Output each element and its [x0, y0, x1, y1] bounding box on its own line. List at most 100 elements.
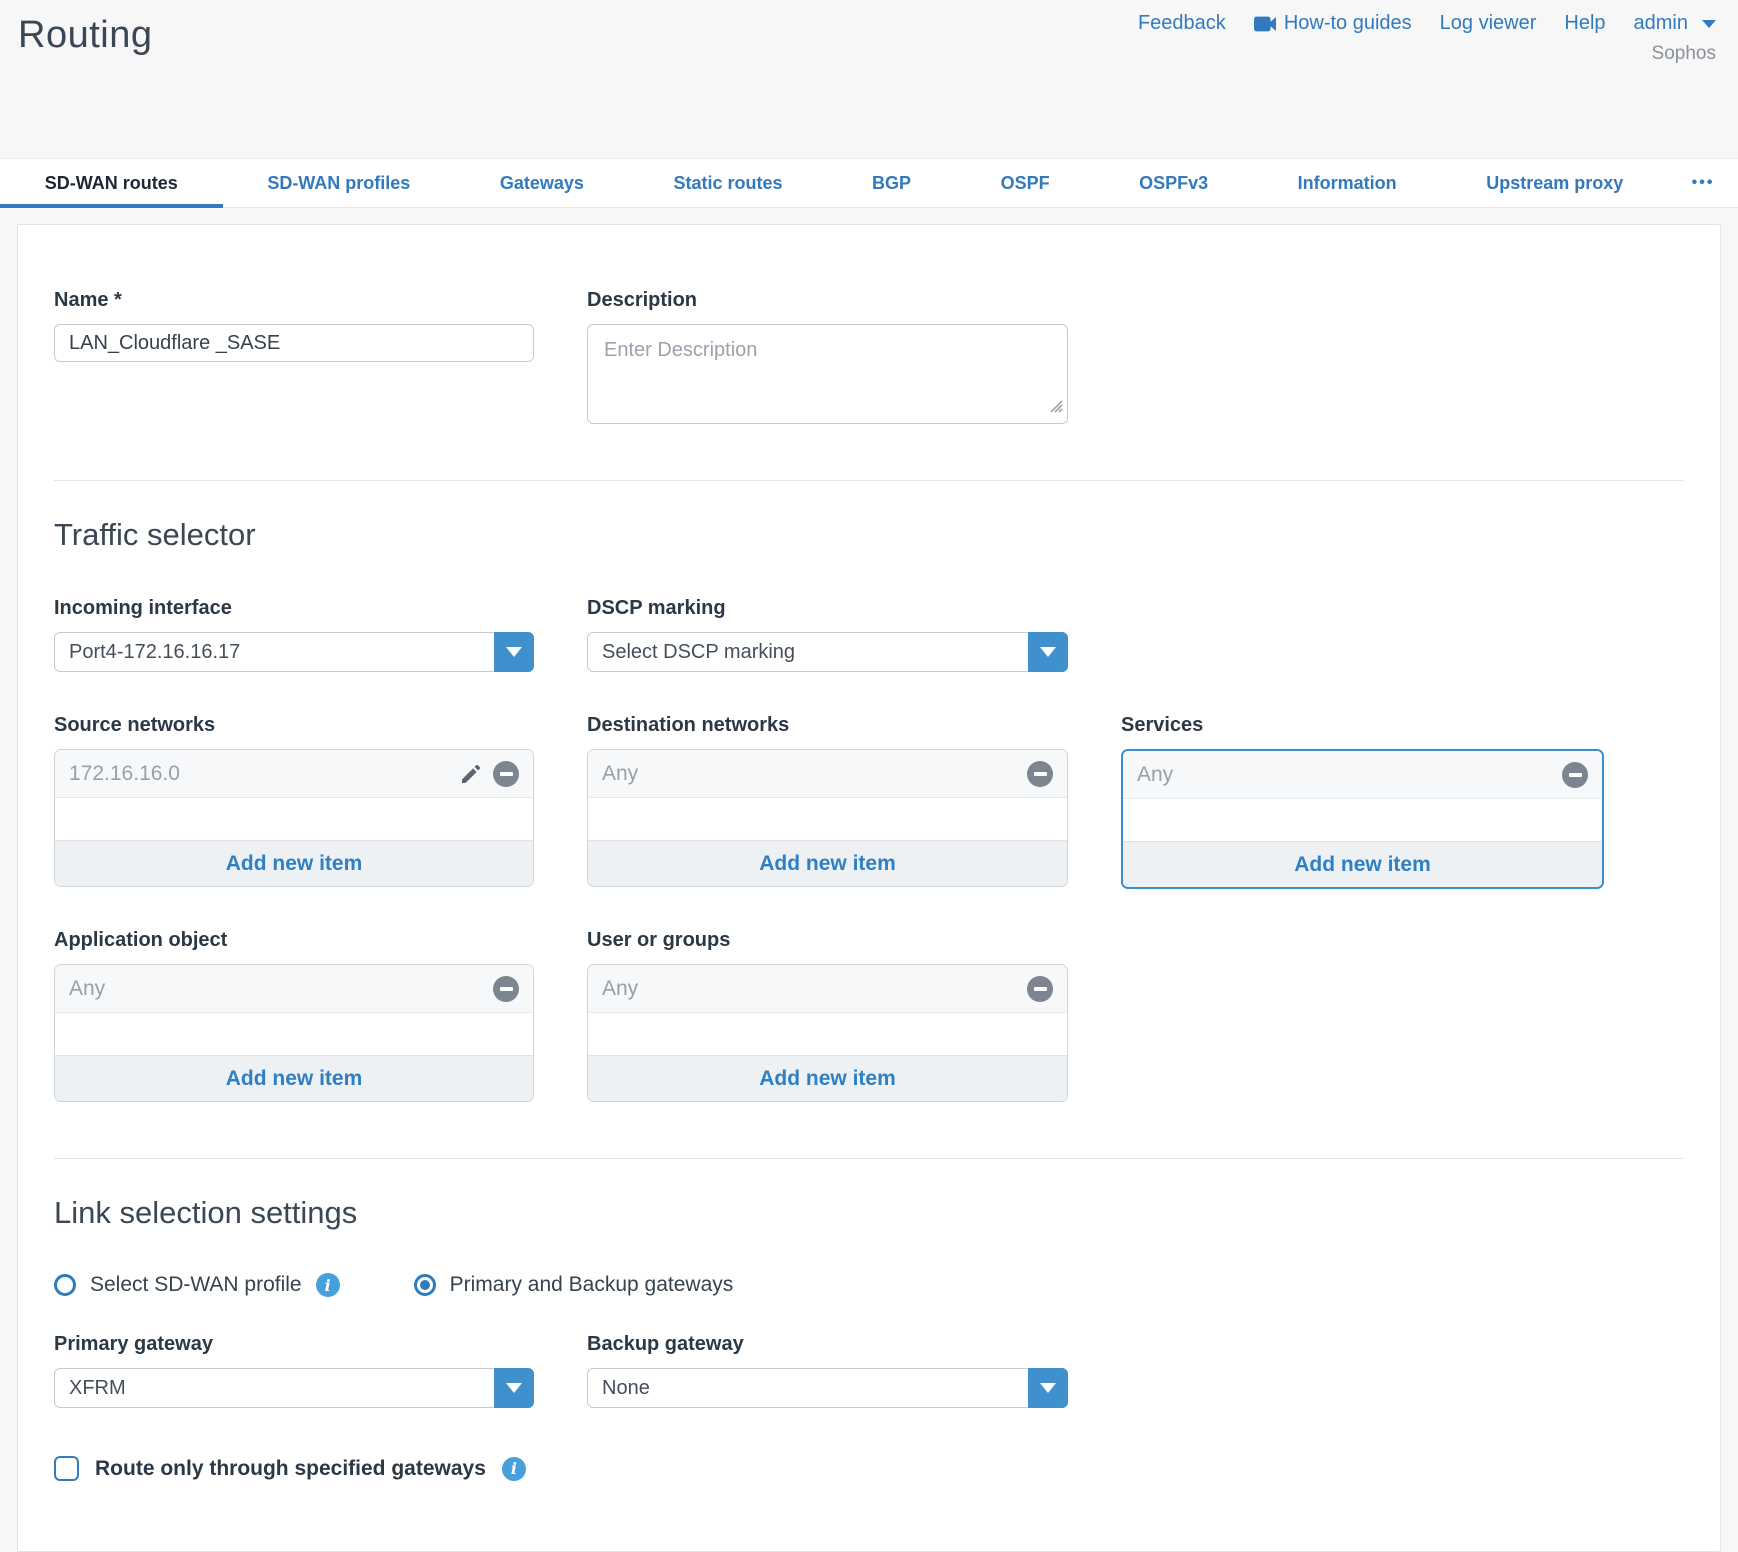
user-or-groups-empty-area — [588, 1013, 1067, 1055]
radio-select-sdwan-profile-label: Select SD-WAN profile — [90, 1273, 302, 1297]
application-object-empty-area — [55, 1013, 533, 1055]
gateways-row: Primary gateway XFRM Backup gateway None — [54, 1333, 1684, 1408]
application-object-label: Application object — [54, 929, 534, 952]
tab-static-routes[interactable]: Static routes — [629, 159, 828, 207]
application-object-group: Application object Any Add new item — [54, 929, 534, 1102]
dropdown-arrow-button[interactable] — [1028, 632, 1068, 672]
incoming-interface-value: Port4-172.16.16.17 — [69, 641, 240, 664]
primary-gateway-select[interactable]: XFRM — [54, 1368, 534, 1408]
remove-item-button[interactable] — [1562, 762, 1588, 788]
feedback-link[interactable]: Feedback — [1138, 12, 1226, 35]
networks-services-row: Source networks 172.16.16.0 Add new item… — [54, 714, 1684, 889]
remove-item-button[interactable] — [493, 761, 519, 787]
primary-gateway-value: XFRM — [69, 1377, 126, 1400]
dropdown-arrow-button[interactable] — [494, 1368, 534, 1408]
tab-gateways[interactable]: Gateways — [455, 159, 629, 207]
source-networks-group: Source networks 172.16.16.0 Add new item — [54, 714, 534, 887]
application-object-item-text: Any — [69, 977, 105, 1001]
minus-circle-icon — [1027, 976, 1053, 1002]
incoming-interface-select[interactable]: Port4-172.16.16.17 — [54, 632, 534, 672]
name-input[interactable] — [54, 324, 534, 362]
tab-sd-wan-routes[interactable]: SD-WAN routes — [0, 159, 223, 207]
dscp-select[interactable]: Select DSCP marking — [587, 632, 1068, 672]
services-item: Any — [1123, 751, 1602, 799]
minus-circle-icon — [493, 976, 519, 1002]
log-viewer-link[interactable]: Log viewer — [1440, 12, 1537, 35]
services-item-text: Any — [1137, 763, 1173, 787]
tab-ospfv3[interactable]: OSPFv3 — [1094, 159, 1253, 207]
name-label-text: Name — [54, 289, 108, 311]
header-right: Feedback How-to guides Log viewer Help a… — [1138, 12, 1716, 65]
dropdown-arrow-button[interactable] — [1028, 1368, 1068, 1408]
description-textarea[interactable] — [587, 324, 1068, 424]
primary-gateway-group: Primary gateway XFRM — [54, 1333, 534, 1408]
route-only-checkbox[interactable] — [54, 1456, 79, 1481]
services-add-button[interactable]: Add new item — [1123, 841, 1602, 887]
admin-menu[interactable]: admin — [1634, 12, 1716, 35]
minus-circle-icon — [1562, 762, 1588, 788]
remove-item-button[interactable] — [493, 976, 519, 1002]
application-object-add-button[interactable]: Add new item — [55, 1055, 533, 1101]
destination-networks-empty-area — [588, 798, 1067, 840]
triangle-down-icon — [1040, 1383, 1056, 1393]
dropdown-arrow-button[interactable] — [494, 632, 534, 672]
source-networks-item: 172.16.16.0 — [55, 750, 533, 798]
incoming-interface-group: Incoming interface Port4-172.16.16.17 — [54, 597, 534, 672]
triangle-down-icon — [1040, 647, 1056, 657]
primary-gateway-label: Primary gateway — [54, 1333, 534, 1356]
route-only-row: Route only through specified gateways i — [54, 1456, 1684, 1481]
tab-ospf[interactable]: OSPF — [956, 159, 1095, 207]
tab-more-ellipsis[interactable]: ••• — [1668, 159, 1738, 207]
link-selection-radio-row: Select SD-WAN profile i Primary and Back… — [54, 1273, 1684, 1297]
destination-networks-group: Destination networks Any Add new item — [587, 714, 1068, 887]
howto-guides-link[interactable]: How-to guides — [1254, 12, 1412, 35]
backup-gateway-value: None — [602, 1377, 650, 1400]
user-or-groups-add-button[interactable]: Add new item — [588, 1055, 1067, 1101]
video-camera-icon — [1254, 16, 1276, 32]
admin-label: admin — [1634, 12, 1688, 35]
route-only-checkbox-label: Route only through specified gateways — [95, 1457, 486, 1481]
source-networks-empty-area — [55, 798, 533, 840]
application-object-item: Any — [55, 965, 533, 1013]
help-link[interactable]: Help — [1564, 12, 1605, 35]
link-selection-heading: Link selection settings — [54, 1195, 1684, 1231]
application-users-row: Application object Any Add new item User… — [54, 929, 1684, 1102]
remove-item-button[interactable] — [1027, 976, 1053, 1002]
tab-bar: SD-WAN routes SD-WAN profiles Gateways S… — [0, 158, 1738, 208]
source-networks-label: Source networks — [54, 714, 534, 737]
name-field-group: Name * — [54, 289, 534, 424]
services-label: Services — [1121, 714, 1604, 737]
traffic-selector-heading: Traffic selector — [54, 517, 1684, 553]
name-description-row: Name * Description — [54, 289, 1684, 424]
remove-item-button[interactable] — [1027, 761, 1053, 787]
info-icon[interactable]: i — [316, 1273, 340, 1297]
radio-primary-backup-gateways[interactable] — [414, 1274, 436, 1296]
user-or-groups-item: Any — [588, 965, 1067, 1013]
radio-primary-backup-gateways-label: Primary and Backup gateways — [450, 1273, 734, 1297]
services-box: Any Add new item — [1121, 749, 1604, 889]
page-header: Routing Feedback How-to guides Log viewe… — [0, 0, 1738, 158]
info-icon[interactable]: i — [502, 1457, 526, 1481]
tab-bgp[interactable]: BGP — [827, 159, 956, 207]
source-networks-add-button[interactable]: Add new item — [55, 840, 533, 886]
tab-upstream-proxy[interactable]: Upstream proxy — [1441, 159, 1668, 207]
backup-gateway-select[interactable]: None — [587, 1368, 1068, 1408]
edit-pencil-icon[interactable] — [459, 762, 483, 786]
incoming-interface-label: Incoming interface — [54, 597, 534, 620]
interface-dscp-row: Incoming interface Port4-172.16.16.17 DS… — [54, 597, 1684, 672]
dscp-value: Select DSCP marking — [602, 641, 795, 664]
user-or-groups-item-text: Any — [602, 977, 638, 1001]
tab-information[interactable]: Information — [1253, 159, 1442, 207]
header-nav: Feedback How-to guides Log viewer Help a… — [1138, 12, 1716, 35]
destination-networks-item-text: Any — [602, 762, 638, 786]
services-empty-area — [1123, 799, 1602, 841]
brand-label: Sophos — [1138, 43, 1716, 65]
tab-sd-wan-profiles[interactable]: SD-WAN profiles — [223, 159, 456, 207]
user-or-groups-box: Any Add new item — [587, 964, 1068, 1102]
radio-select-sdwan-profile[interactable] — [54, 1274, 76, 1296]
required-asterisk: * — [114, 289, 122, 311]
description-field-group: Description — [587, 289, 1068, 424]
services-group: Services Any Add new item — [1121, 714, 1604, 889]
name-label: Name * — [54, 289, 534, 312]
destination-networks-add-button[interactable]: Add new item — [588, 840, 1067, 886]
